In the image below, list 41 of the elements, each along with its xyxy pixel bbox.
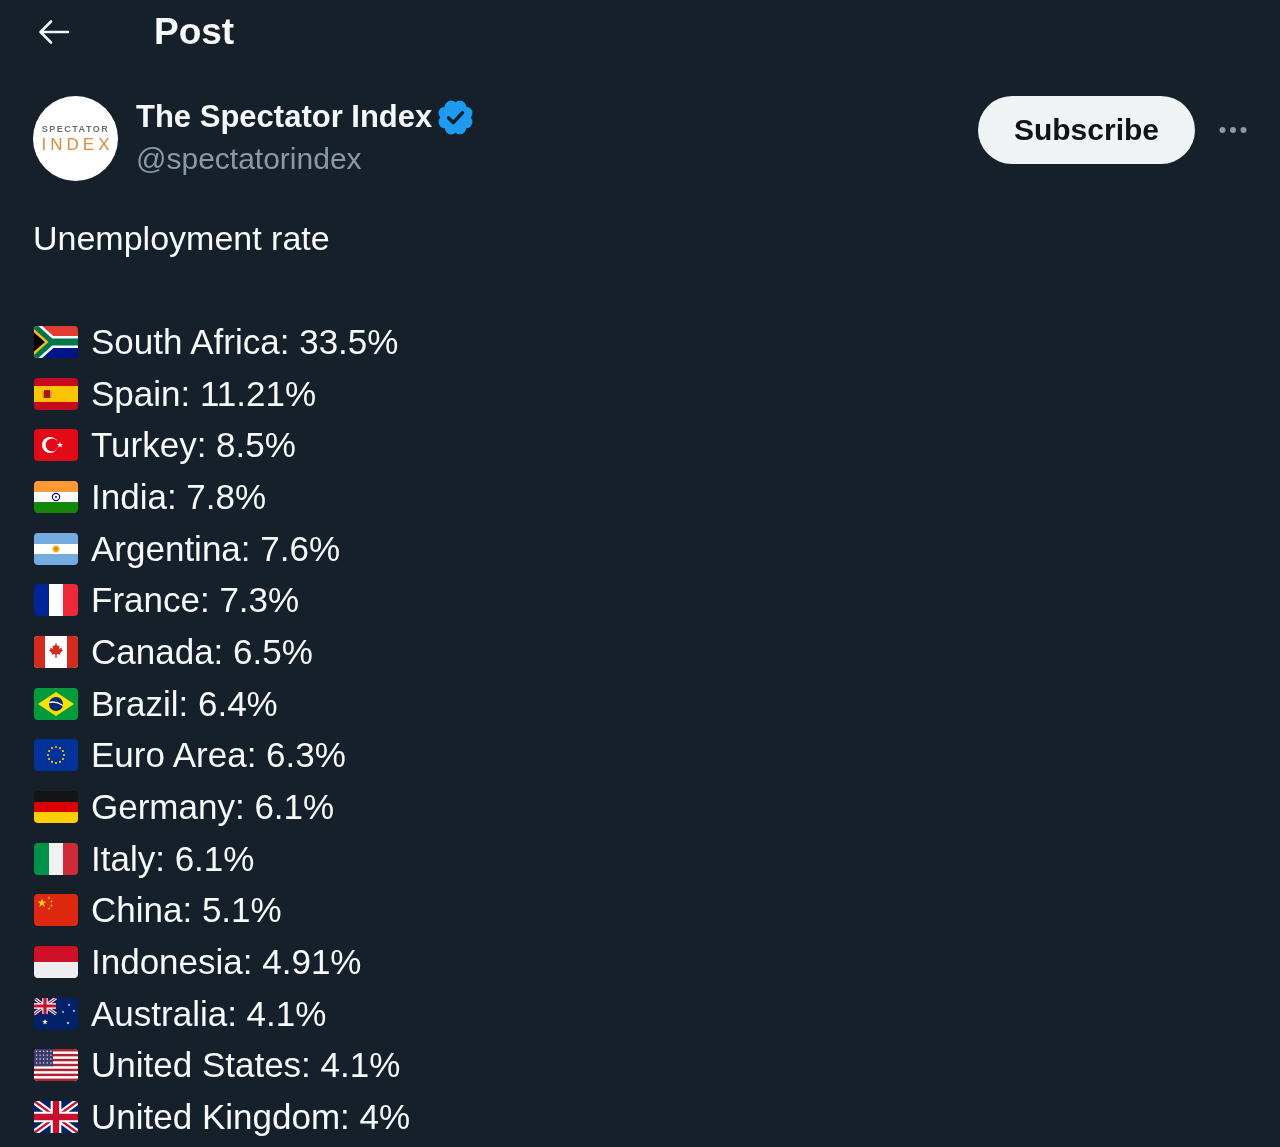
subscribe-button[interactable]: Subscribe bbox=[977, 96, 1195, 164]
china-flag-icon bbox=[34, 894, 78, 927]
rate-line: France: 7.3% bbox=[91, 579, 300, 622]
uk-flag-icon bbox=[34, 1101, 78, 1134]
avatar-logo[interactable]: SPECTATOR INDEX bbox=[33, 96, 118, 181]
us-flag-icon bbox=[34, 1049, 78, 1082]
canada-flag-icon bbox=[34, 635, 78, 668]
rate-line: Germany: 6.1% bbox=[91, 786, 335, 829]
indonesia-flag-icon bbox=[34, 946, 78, 979]
back-arrow-icon bbox=[38, 19, 70, 45]
logo-text: INDEX bbox=[41, 134, 114, 154]
india-flag-icon bbox=[34, 480, 78, 513]
italy-flag-icon bbox=[34, 842, 78, 875]
page-title: Post bbox=[154, 10, 235, 54]
rate-line: China: 5.1% bbox=[91, 889, 282, 932]
logo-text: SPECTATOR bbox=[41, 123, 110, 135]
rate-line: Australia: 4.1% bbox=[91, 992, 327, 1035]
rate-line: Italy: 6.1% bbox=[91, 837, 255, 880]
eu-flag-icon bbox=[34, 739, 78, 772]
australia-flag-icon bbox=[34, 997, 78, 1030]
germany-flag-icon bbox=[34, 791, 78, 824]
author-name[interactable]: The Spectator Index bbox=[136, 96, 433, 138]
rate-line: Brazil: 6.4% bbox=[91, 682, 278, 725]
rate-line: United Kingdom: 4% bbox=[91, 1096, 411, 1139]
rate-line: Turkey: 8.5% bbox=[91, 424, 296, 467]
brazil-flag-icon bbox=[34, 687, 78, 720]
turkey-flag-icon bbox=[34, 429, 78, 462]
rate-line: Indonesia: 4.91% bbox=[91, 941, 362, 984]
rate-line: Argentina: 7.6% bbox=[91, 527, 341, 570]
author-handle[interactable]: @spectatorindex bbox=[136, 138, 978, 180]
south-africa-flag-icon bbox=[34, 325, 78, 358]
argentina-flag-icon bbox=[34, 532, 78, 565]
rate-line: Canada: 6.5% bbox=[91, 630, 313, 673]
rate-line: Spain: 11.21% bbox=[91, 372, 317, 415]
spain-flag-icon bbox=[34, 377, 78, 410]
post-text: Unemployment rate bbox=[33, 218, 331, 259]
france-flag-icon bbox=[34, 584, 78, 617]
rate-line: South Africa: 33.5% bbox=[91, 320, 399, 363]
rate-line: Euro Area: 6.3% bbox=[91, 734, 346, 777]
rate-line: India: 7.8% bbox=[91, 475, 267, 518]
rate-line: United States: 4.1% bbox=[91, 1044, 401, 1087]
